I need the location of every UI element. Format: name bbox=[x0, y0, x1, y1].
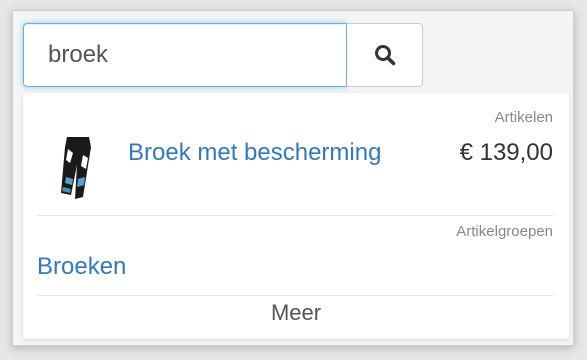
groups-section-heading: Artikelgroepen bbox=[456, 223, 553, 240]
group-link-broeken[interactable]: Broeken bbox=[37, 253, 126, 281]
more-link[interactable]: Meer bbox=[23, 300, 569, 326]
articles-section-heading: Artikelen bbox=[494, 109, 553, 126]
search-icon bbox=[374, 45, 395, 66]
search-bar bbox=[23, 23, 423, 87]
product-link[interactable]: Broek met bescherming bbox=[128, 139, 381, 167]
divider bbox=[37, 295, 553, 296]
search-input[interactable] bbox=[23, 23, 347, 87]
product-thumbnail[interactable] bbox=[37, 133, 117, 203]
search-widget: Artikelen Broek met bescherming € 139,00… bbox=[12, 10, 574, 346]
divider bbox=[37, 215, 553, 216]
pants-thumbnail-icon bbox=[61, 137, 91, 199]
search-button[interactable] bbox=[347, 23, 423, 87]
search-suggestions-dropdown: Artikelen Broek met bescherming € 139,00… bbox=[23, 93, 569, 339]
product-price: € 139,00 bbox=[459, 139, 553, 166]
